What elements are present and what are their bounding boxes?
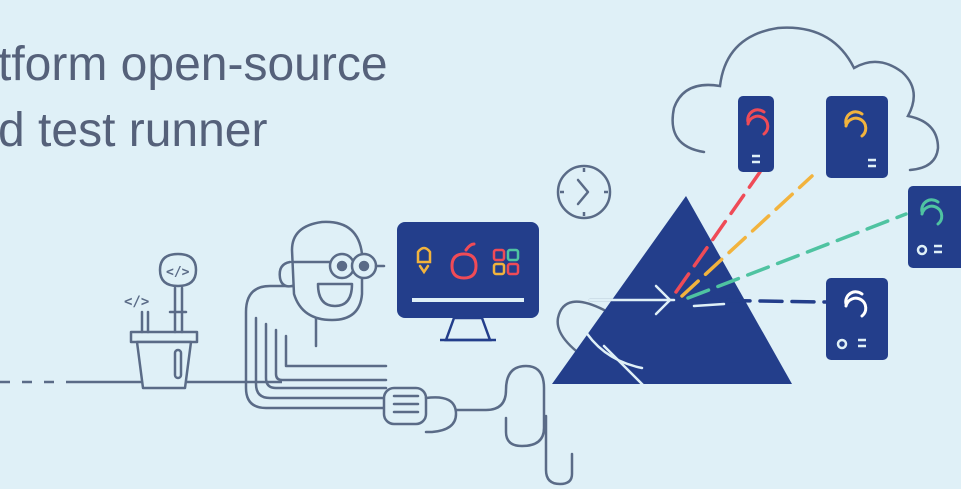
device-white (826, 278, 888, 360)
clock-icon (556, 164, 612, 220)
device-red (738, 96, 774, 172)
hero-headline: tform open-source d test runner (0, 32, 388, 164)
prism (552, 196, 792, 384)
device-yellow (826, 96, 888, 178)
plant-pot (129, 330, 199, 390)
code-bubble-icon: </> (158, 252, 198, 288)
headline-line-2: d test runner (0, 104, 268, 157)
cloud (671, 26, 940, 172)
headline-line-1: tform open-source (0, 38, 388, 91)
monitor (397, 222, 539, 342)
plant-code-tag: </> (124, 294, 149, 310)
device-green (908, 186, 961, 268)
bubble-code-tag: </> (166, 265, 190, 280)
